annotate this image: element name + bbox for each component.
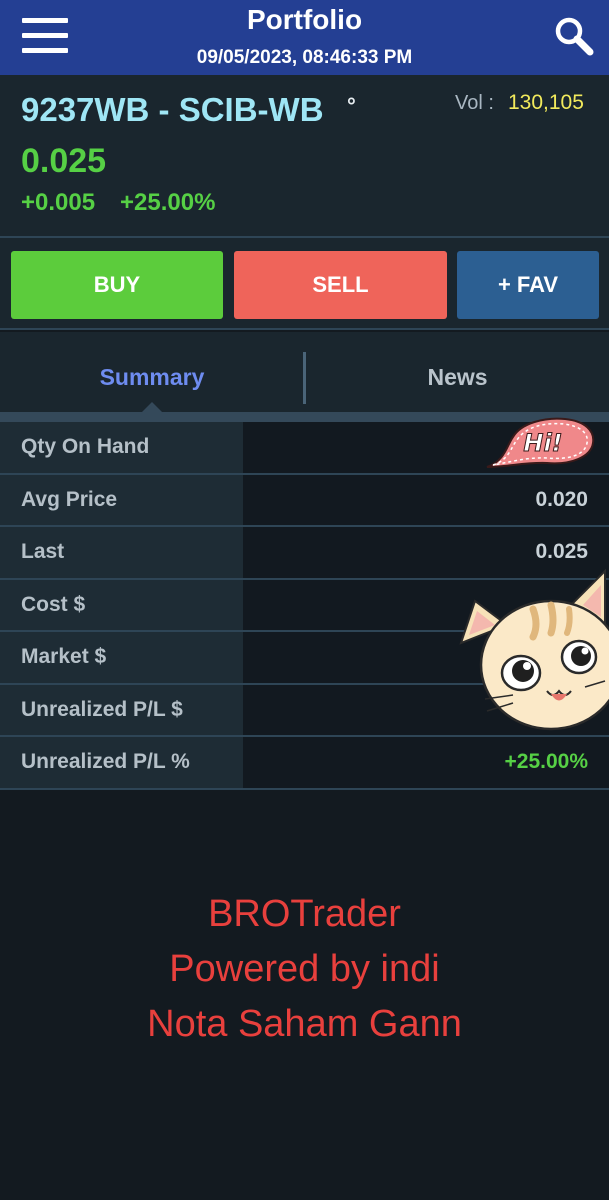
market-status-indicator: ° (347, 93, 356, 118)
timestamp: 09/05/2023, 08:46:33 PM (196, 47, 413, 68)
hi-speech-bubble-sticker: Hi! (485, 415, 597, 473)
search-icon[interactable] (552, 14, 596, 58)
row-label: Avg Price (0, 474, 243, 525)
row-label: Unrealized P/L $ (0, 684, 243, 735)
table-row: Avg Price 0.020 (0, 474, 609, 527)
price-change: +0.005 (21, 189, 96, 216)
row-label: Cost $ (0, 579, 243, 630)
buy-button[interactable]: BUY (11, 251, 223, 319)
stock-symbol: 9237WB - SCIB-WB (21, 91, 324, 128)
tab-news[interactable]: News (306, 332, 609, 422)
price-change-percent: +25.00% (120, 189, 216, 216)
row-value: 0.020 (243, 474, 609, 525)
watermark-line-2: Powered by indi (169, 948, 440, 990)
page-title: Portfolio (246, 4, 363, 35)
watermark-line-1: BROTrader (208, 893, 401, 935)
quote-panel: 9237WB - SCIB-WB ° Vol : 130,105 0.025 +… (0, 75, 609, 238)
row-label: Qty On Hand (0, 422, 243, 473)
volume-label: Vol : (455, 92, 494, 114)
volume-value: 130,105 (508, 91, 584, 114)
row-value: +25.00% (243, 737, 609, 788)
row-label: Market $ (0, 632, 243, 683)
action-bar: BUY SELL + FAV (0, 238, 609, 330)
table-row: Unrealized P/L % +25.00% (0, 737, 609, 790)
add-favorite-button[interactable]: + FAV (457, 251, 599, 319)
row-label: Unrealized P/L % (0, 737, 243, 788)
svg-text:Hi!: Hi! (523, 429, 562, 457)
top-bar: Portfolio 09/05/2023, 08:46:33 PM (0, 0, 609, 75)
watermark-line-3: Nota Saham Gann (147, 1003, 462, 1045)
active-tab-pointer (141, 402, 163, 413)
sell-button[interactable]: SELL (234, 251, 447, 319)
row-label: Last (0, 527, 243, 578)
tab-bar: Summary News (0, 332, 609, 424)
last-price: 0.025 (21, 142, 107, 180)
cat-sticker (455, 565, 609, 740)
